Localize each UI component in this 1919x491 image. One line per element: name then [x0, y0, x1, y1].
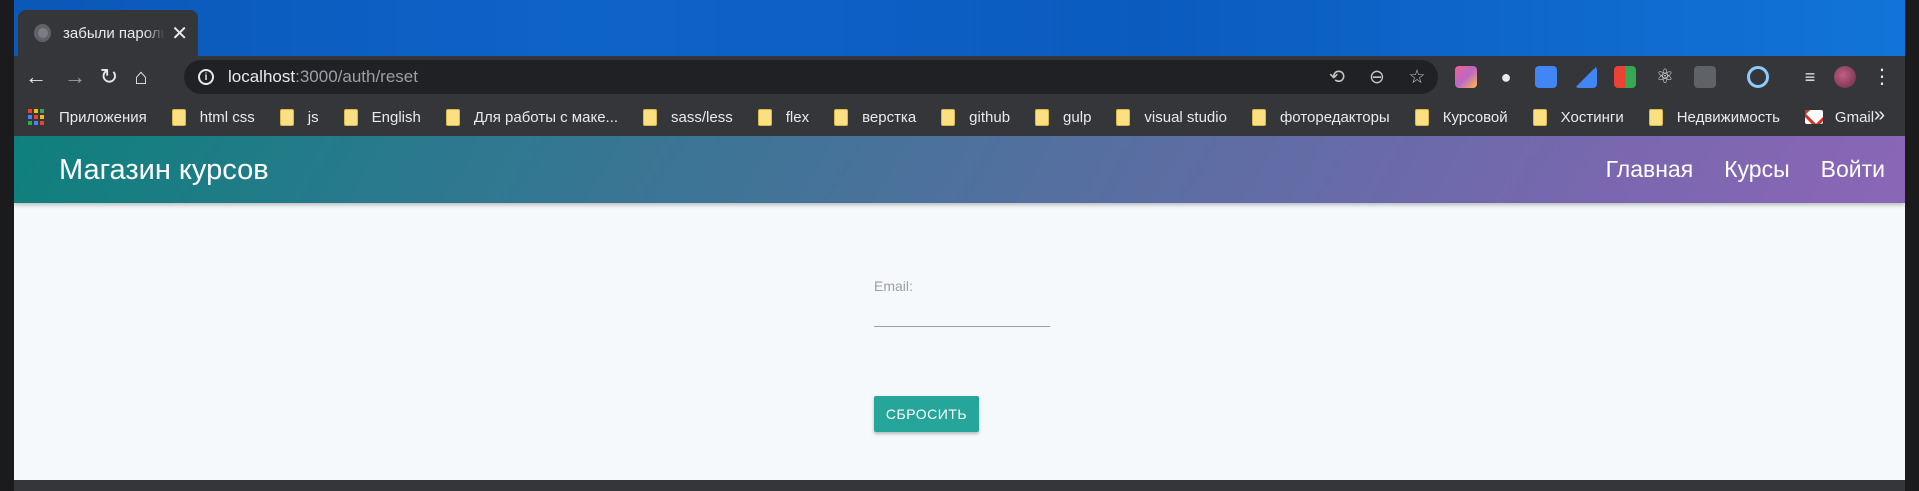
address-bar[interactable]: i localhost:3000/auth/reset ⟲ ⊖ ☆	[184, 60, 1438, 94]
translate-icon[interactable]: ⟲	[1326, 66, 1348, 89]
bookmark-label: Gmail	[1834, 108, 1875, 126]
browser-window: забыли пароль ✕ ← → ↻ ⌂ i localhost:3000…	[0, 0, 1919, 491]
folder-icon	[1035, 108, 1050, 126]
bookmark-folder[interactable]: Недвижимость	[1648, 108, 1780, 126]
tab-title: забыли пароль	[63, 24, 166, 42]
folder-icon	[1532, 108, 1547, 126]
bookmark-label: верстка	[862, 108, 917, 126]
nav-links: Главная Курсы Войти	[1606, 156, 1885, 183]
back-button[interactable]: ←	[22, 63, 50, 91]
address-url[interactable]: localhost:3000/auth/reset	[228, 67, 418, 87]
bookmark-label: Курсовой	[1442, 108, 1508, 126]
bookmark-folder[interactable]: github	[941, 108, 1011, 126]
bookmark-folder[interactable]: Хостинги	[1532, 108, 1624, 126]
extension-chat-icon[interactable]: ●	[1495, 66, 1517, 88]
more-bookmarks-button[interactable]: »	[1874, 104, 1885, 127]
window-left-edge	[0, 0, 14, 491]
bookmark-apps[interactable]: Приложения	[28, 108, 147, 126]
bookmark-folder[interactable]: English	[343, 108, 421, 126]
email-label: Email:	[874, 278, 913, 294]
forward-button[interactable]: →	[61, 63, 89, 91]
folder-icon	[643, 108, 658, 126]
folder-icon	[171, 108, 186, 126]
extension-color-icon[interactable]	[1455, 66, 1477, 88]
url-host: localhost	[228, 67, 296, 86]
folder-icon	[279, 108, 294, 126]
google-translate-icon[interactable]	[1535, 66, 1557, 88]
folder-icon	[1648, 108, 1663, 126]
bookmark-folder[interactable]: flex	[757, 108, 810, 126]
bookmark-folder[interactable]: Курсовой	[1414, 108, 1508, 126]
extension-grid-icon[interactable]	[1614, 66, 1636, 88]
bookmark-star-icon[interactable]: ☆	[1406, 66, 1428, 89]
bookmark-label: Хостинги	[1560, 108, 1624, 126]
folder-icon	[1414, 108, 1429, 126]
nav-link-courses[interactable]: Курсы	[1724, 156, 1789, 183]
folder-icon	[834, 108, 849, 126]
close-tab-icon[interactable]: ✕	[171, 21, 188, 46]
nav-link-login[interactable]: Войти	[1821, 156, 1885, 183]
bookmark-label: Приложения	[59, 108, 147, 126]
page-viewport: Магазин курсов Главная Курсы Войти Email…	[14, 136, 1905, 480]
bookmark-folder[interactable]: sass/less	[643, 108, 733, 126]
bookmarks-bar: Приложения html css js English Для работ…	[14, 98, 1905, 136]
extension-ring-icon[interactable]	[1747, 66, 1769, 88]
reset-button[interactable]: СБРОСИТЬ	[874, 396, 979, 432]
omnibox-actions: ⟲ ⊖ ☆	[1326, 66, 1428, 89]
folder-icon	[757, 108, 772, 126]
bookmark-folder[interactable]: js	[279, 108, 319, 126]
email-field[interactable]	[874, 297, 1050, 327]
bookmark-label: sass/less	[671, 108, 733, 126]
react-devtools-icon[interactable]: ⚛	[1654, 66, 1676, 88]
bookmark-folder[interactable]: Для работы с маке...	[445, 108, 619, 126]
extension-picker-icon[interactable]	[1575, 66, 1597, 88]
site-navbar: Магазин курсов Главная Курсы Войти	[14, 136, 1905, 203]
window-bottom-edge	[14, 480, 1905, 491]
bookmark-label: js	[307, 108, 319, 126]
browser-tab[interactable]: забыли пароль ✕	[18, 10, 198, 56]
home-button[interactable]: ⌂	[127, 63, 155, 91]
globe-icon	[34, 24, 52, 42]
bookmark-label: English	[371, 108, 421, 126]
tab-strip: забыли пароль ✕	[14, 0, 1905, 56]
bookmark-folder[interactable]: html css	[171, 108, 255, 126]
bookmark-label: gulp	[1063, 108, 1092, 126]
url-path: :3000/auth/reset	[295, 67, 418, 86]
media-control-icon[interactable]: ≡	[1799, 66, 1821, 88]
brand-logo[interactable]: Магазин курсов	[59, 154, 269, 187]
apps-icon	[28, 108, 45, 126]
gmail-icon	[1804, 110, 1823, 124]
bookmark-label: visual studio	[1144, 108, 1227, 126]
bookmark-folder[interactable]: верстка	[834, 108, 917, 126]
bookmark-folder[interactable]: фоторедакторы	[1251, 108, 1390, 126]
bookmark-label: Недвижимость	[1676, 108, 1780, 126]
nav-link-home[interactable]: Главная	[1606, 156, 1694, 183]
bookmark-folder[interactable]: gulp	[1035, 108, 1092, 126]
window-right-edge	[1905, 0, 1919, 491]
reload-button[interactable]: ↻	[95, 63, 123, 91]
folder-icon	[941, 108, 956, 126]
bookmark-label: Для работы с маке...	[473, 108, 619, 126]
bookmark-folder[interactable]: visual studio	[1116, 108, 1227, 126]
bookmark-label: фоторедакторы	[1279, 108, 1390, 126]
folder-icon	[445, 108, 460, 126]
folder-icon	[1251, 108, 1266, 126]
bookmark-label: github	[969, 108, 1011, 126]
extension-be-icon[interactable]	[1694, 66, 1716, 88]
avatar[interactable]	[1834, 66, 1856, 88]
browser-toolbar: ← → ↻ ⌂ i localhost:3000/auth/reset ⟲ ⊖ …	[14, 56, 1905, 98]
reset-form: Email: СБРОСИТЬ	[874, 278, 1050, 432]
bookmark-gmail[interactable]: Gmail	[1804, 108, 1875, 126]
bookmark-label: flex	[785, 108, 810, 126]
menu-kebab-icon[interactable]: ⋮	[1871, 66, 1893, 88]
folder-icon	[1116, 108, 1131, 126]
folder-icon	[343, 108, 358, 126]
site-info-icon[interactable]: i	[198, 69, 214, 85]
bookmark-label: html css	[199, 108, 255, 126]
zoom-out-icon[interactable]: ⊖	[1366, 66, 1388, 89]
